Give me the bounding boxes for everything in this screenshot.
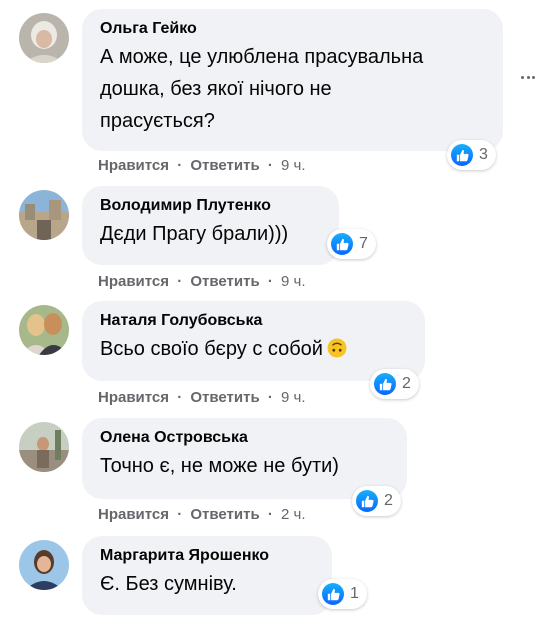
comment-text-line: прасується? bbox=[100, 110, 215, 132]
comment-bubble: Володимир Плутенко Дєди Прагу брали))) bbox=[82, 186, 339, 265]
separator: · bbox=[267, 506, 273, 523]
reaction-summary[interactable]: 2 bbox=[370, 369, 419, 399]
comment-author[interactable]: Володимир Плутенко bbox=[100, 196, 321, 216]
avatar[interactable] bbox=[19, 422, 69, 472]
comment-text: Всьо своїо бєру с собой bbox=[100, 333, 407, 365]
comment-actions: Нравится · Ответить · 9 ч. bbox=[98, 156, 306, 176]
like-button[interactable]: Нравится bbox=[98, 389, 169, 406]
comment-bubble: Олена Островська Точно є, не може не бут… bbox=[82, 418, 407, 499]
comment-author[interactable]: Олена Островська bbox=[100, 428, 389, 448]
comment-bubble: Ольга Гейко А може, це улюблена прасувал… bbox=[82, 9, 503, 151]
separator: · bbox=[267, 389, 273, 406]
comment-text-line: Всьо своїо бєру с собой bbox=[100, 338, 323, 360]
like-icon bbox=[374, 373, 396, 395]
comment-text: А може, це улюблена прасувальна дошка, б… bbox=[100, 41, 485, 137]
like-icon bbox=[451, 144, 473, 166]
comment-actions: Нравится · Ответить · 9 ч. bbox=[98, 272, 306, 292]
comment-text: Є. Без сумніву. bbox=[100, 568, 314, 600]
reaction-count: 1 bbox=[350, 585, 359, 602]
comment-text: Дєди Прагу брали))) bbox=[100, 218, 321, 250]
like-button[interactable]: Нравится bbox=[98, 157, 169, 174]
like-icon bbox=[356, 490, 378, 512]
separator: · bbox=[177, 273, 183, 290]
reaction-summary[interactable]: 3 bbox=[447, 140, 496, 170]
comment-author[interactable]: Маргарита Ярошенко bbox=[100, 546, 314, 566]
comment-timestamp[interactable]: 9 ч. bbox=[281, 389, 306, 406]
comment-actions: Нравится · Ответить · 9 ч. bbox=[98, 388, 306, 408]
reply-button[interactable]: Ответить bbox=[190, 506, 259, 523]
separator: · bbox=[177, 506, 183, 523]
avatar[interactable] bbox=[19, 13, 69, 63]
reply-button[interactable]: Ответить bbox=[190, 389, 259, 406]
like-button[interactable]: Нравится bbox=[98, 506, 169, 523]
comment-author[interactable]: Наталя Голубовська bbox=[100, 311, 407, 331]
comment-text: Точно є, не може не бути) bbox=[100, 450, 389, 482]
upside-down-face-emoji bbox=[327, 338, 347, 358]
separator: · bbox=[267, 273, 273, 290]
like-icon bbox=[322, 583, 344, 605]
avatar[interactable] bbox=[19, 190, 69, 240]
comment-text-line: Дєди Прагу брали))) bbox=[100, 223, 289, 245]
comment-text-line: дошка, без якої нічого не bbox=[100, 78, 332, 100]
reaction-summary[interactable]: 1 bbox=[318, 579, 367, 609]
comment-text-line: Є. Без сумніву. bbox=[100, 573, 237, 595]
comment-timestamp[interactable]: 9 ч. bbox=[281, 273, 306, 290]
reply-button[interactable]: Ответить bbox=[190, 273, 259, 290]
reaction-count: 2 bbox=[402, 375, 411, 392]
reaction-summary[interactable]: 7 bbox=[327, 229, 376, 259]
comment-timestamp[interactable]: 9 ч. bbox=[281, 157, 306, 174]
comment-bubble: Маргарита Ярошенко Є. Без сумніву. bbox=[82, 536, 332, 615]
separator: · bbox=[177, 157, 183, 174]
separator: · bbox=[177, 389, 183, 406]
avatar[interactable] bbox=[19, 305, 69, 355]
comment-timestamp[interactable]: 2 ч. bbox=[281, 506, 306, 523]
comment-actions: Нравится · Ответить · 2 ч. bbox=[98, 505, 306, 525]
separator: · bbox=[267, 157, 273, 174]
reaction-count: 2 bbox=[384, 492, 393, 509]
reply-button[interactable]: Ответить bbox=[190, 157, 259, 174]
comment-author[interactable]: Ольга Гейко bbox=[100, 19, 485, 39]
comment-bubble: Наталя Голубовська Всьо своїо бєру с соб… bbox=[82, 301, 425, 381]
like-icon bbox=[331, 233, 353, 255]
avatar[interactable] bbox=[19, 540, 69, 590]
reaction-count: 7 bbox=[359, 235, 368, 252]
comment-text-line: А може, це улюблена прасувальна bbox=[100, 46, 424, 68]
like-button[interactable]: Нравится bbox=[98, 273, 169, 290]
reaction-summary[interactable]: 2 bbox=[352, 486, 401, 516]
more-options-icon[interactable] bbox=[519, 68, 537, 86]
reaction-count: 3 bbox=[479, 146, 488, 163]
comment-text-line: Точно є, не може не бути) bbox=[100, 455, 339, 477]
